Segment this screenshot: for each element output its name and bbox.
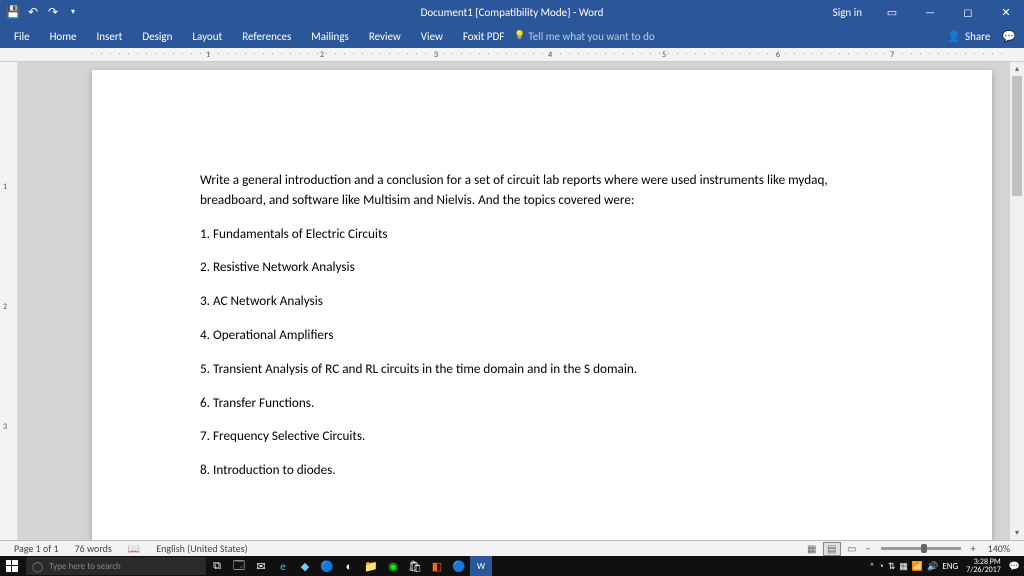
vertical-scrollbar[interactable]: ▴ ▾ xyxy=(1010,62,1024,540)
list-item[interactable]: 1. Fundamentals of Electric Circuits xyxy=(200,224,884,244)
ruler-mark: 5 xyxy=(662,50,666,60)
intro-paragraph[interactable]: Write a general introduction and a concl… xyxy=(200,170,884,210)
list-item[interactable]: 6. Transfer Functions. xyxy=(200,393,884,413)
title-bar: 💾 ↶ ↷ ▾ Document1 [Compatibility Mode] -… xyxy=(0,0,1024,24)
taskbar-app[interactable]: 🗔 xyxy=(228,556,250,576)
list-item[interactable]: 4. Operational Amplifiers xyxy=(200,325,884,345)
ruler-mark: 3 xyxy=(3,422,7,432)
list-item[interactable]: 3. AC Network Analysis xyxy=(200,291,884,311)
zoom-value[interactable]: 140% xyxy=(980,542,1018,555)
comments-icon[interactable]: 💬 xyxy=(1002,30,1016,43)
word-icon[interactable]: W xyxy=(470,556,492,576)
taskbar-app[interactable]: ◉ xyxy=(382,556,404,576)
ruler-mark: 3 xyxy=(434,50,438,60)
tray-icon[interactable]: ⇅ xyxy=(888,561,896,572)
chrome-icon[interactable]: 🔵 xyxy=(448,556,470,576)
zoom-slider[interactable] xyxy=(881,547,961,550)
tray-expand-icon[interactable]: ˄ xyxy=(870,561,875,572)
tab-view[interactable]: View xyxy=(411,24,453,48)
save-icon[interactable]: 💾 xyxy=(6,5,20,19)
tab-design[interactable]: Design xyxy=(132,24,182,48)
ruler-mark: 2 xyxy=(3,302,7,312)
taskbar-app[interactable]: ◐ xyxy=(338,556,360,576)
status-bar: Page 1 of 1 76 words 📖 English (United S… xyxy=(0,540,1024,556)
taskbar-app[interactable]: ◧ xyxy=(426,556,448,576)
tab-mailings[interactable]: Mailings xyxy=(301,24,359,48)
tray-icon[interactable]: ▦ xyxy=(899,561,908,572)
chrome-icon[interactable]: 🔵 xyxy=(316,556,338,576)
taskbar-app[interactable]: ✉ xyxy=(250,556,272,576)
horizontal-ruler[interactable]: 1 2 3 4 5 6 7 xyxy=(0,48,1024,62)
start-button[interactable] xyxy=(0,556,24,576)
zoom-in-button[interactable]: + xyxy=(967,542,980,555)
tray-icon[interactable]: ◔ xyxy=(878,561,883,572)
zoom-slider-thumb[interactable] xyxy=(921,544,927,553)
close-button[interactable]: ✕ xyxy=(988,0,1024,24)
ribbon-display-icon[interactable]: ▭ xyxy=(874,0,910,24)
window-controls: Sign in ▭ — ◻ ✕ xyxy=(823,0,1024,24)
ruler-mark: 1 xyxy=(206,50,210,60)
tab-home[interactable]: Home xyxy=(40,24,87,48)
minimize-button[interactable]: — xyxy=(912,0,948,24)
tab-references[interactable]: References xyxy=(232,24,301,48)
page-indicator[interactable]: Page 1 of 1 xyxy=(6,542,67,555)
tab-insert[interactable]: Insert xyxy=(87,24,133,48)
search-icon: ◯ xyxy=(32,560,43,573)
store-icon[interactable]: 🛍 xyxy=(404,556,426,576)
tab-layout[interactable]: Layout xyxy=(182,24,232,48)
taskbar: ◯ Type here to search ⧉ 🗔 ✉ e ◆ 🔵 ◐ 📁 ◉ … xyxy=(0,556,1024,576)
read-mode-icon[interactable]: ▦ xyxy=(803,542,821,556)
zoom-out-button[interactable]: − xyxy=(862,542,875,555)
maximize-button[interactable]: ◻ xyxy=(950,0,986,24)
task-view-icon[interactable]: ⧉ xyxy=(206,556,228,576)
document-title: Document1 [Compatibility Mode] - Word xyxy=(421,6,604,19)
list-item[interactable]: 8. Introduction to diodes. xyxy=(200,460,884,480)
list-item[interactable]: 7. Frequency Selective Circuits. xyxy=(200,426,884,446)
scroll-thumb[interactable] xyxy=(1012,76,1022,196)
search-placeholder: Type here to search xyxy=(49,561,121,572)
share-button[interactable]: 👤Share xyxy=(947,30,990,43)
language-indicator[interactable]: English (United States) xyxy=(148,542,255,555)
tab-file[interactable]: File xyxy=(4,24,40,48)
ruler-mark: 6 xyxy=(776,50,780,60)
volume-icon[interactable]: 🔊 xyxy=(927,561,938,572)
list-item[interactable]: 2. Resistive Network Analysis xyxy=(200,257,884,277)
document-area: 1 2 3 Write a general introduction and a… xyxy=(0,62,1024,540)
vertical-ruler[interactable]: 1 2 3 xyxy=(0,62,18,540)
date: 7/26/2017 xyxy=(966,566,1001,574)
ruler-mark: 4 xyxy=(548,50,552,60)
scroll-down-icon[interactable]: ▾ xyxy=(1010,526,1024,540)
tab-review[interactable]: Review xyxy=(359,24,411,48)
tab-foxit-pdf[interactable]: Foxit PDF xyxy=(453,24,514,48)
wifi-icon[interactable]: 📶 xyxy=(912,561,923,572)
taskbar-app[interactable]: ◆ xyxy=(294,556,316,576)
quick-access-toolbar: 💾 ↶ ↷ ▾ xyxy=(0,5,86,19)
page[interactable]: Write a general introduction and a concl… xyxy=(92,70,992,540)
undo-icon[interactable]: ↶ xyxy=(26,5,40,19)
share-icon: 👤 xyxy=(947,30,961,43)
lang-indicator[interactable]: ENG xyxy=(942,561,958,572)
taskbar-search[interactable]: ◯ Type here to search xyxy=(26,557,206,575)
tell-me-input[interactable]: Tell me what you want to do xyxy=(514,30,654,43)
document-body[interactable]: Write a general introduction and a concl… xyxy=(200,170,884,494)
system-tray: ˄ ◔ ⇅ ▦ 📶 🔊 ENG 3:28 PM 7/26/2017 💬 xyxy=(870,558,1024,574)
sign-in-link[interactable]: Sign in xyxy=(823,6,872,19)
action-center-icon[interactable]: 💬 xyxy=(1009,561,1020,572)
ribbon-tabs: File Home Insert Design Layout Reference… xyxy=(0,24,1024,48)
ruler-mark: 2 xyxy=(320,50,324,60)
file-explorer-icon[interactable]: 📁 xyxy=(360,556,382,576)
print-layout-icon[interactable]: ▤ xyxy=(823,542,841,556)
word-count[interactable]: 76 words xyxy=(67,542,120,555)
edge-icon[interactable]: e xyxy=(272,556,294,576)
ruler-mark: 1 xyxy=(3,182,7,192)
list-item[interactable]: 5. Transient Analysis of RC and RL circu… xyxy=(200,359,884,379)
ruler-mark: 7 xyxy=(890,50,894,60)
spellcheck-icon[interactable]: 📖 xyxy=(120,542,148,555)
redo-icon[interactable]: ↷ xyxy=(46,5,60,19)
scroll-up-icon[interactable]: ▴ xyxy=(1010,62,1024,76)
web-layout-icon[interactable]: ▭ xyxy=(843,542,861,556)
clock[interactable]: 3:28 PM 7/26/2017 xyxy=(962,558,1005,574)
qat-more-icon[interactable]: ▾ xyxy=(66,5,80,19)
